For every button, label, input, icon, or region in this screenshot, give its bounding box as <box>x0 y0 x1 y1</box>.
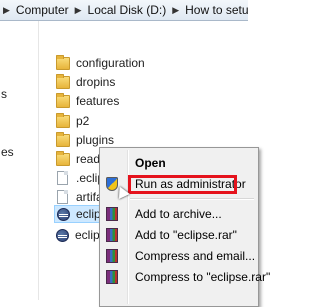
folder-icon <box>56 73 70 89</box>
nav-item-partial[interactable]: es <box>1 145 14 159</box>
menu-item-label: Add to archive... <box>135 207 222 221</box>
breadcrumb-separator: ▶ <box>3 4 10 15</box>
menu-item-label: Compress and email... <box>135 249 256 263</box>
breadcrumb-computer[interactable]: Computer <box>14 3 71 17</box>
menu-separator <box>130 198 254 200</box>
file-name: p2 <box>76 114 90 128</box>
address-bar[interactable]: ▶ Computer ▶ Local Disk (D:) ▶ How to se… <box>0 0 248 21</box>
list-item[interactable]: features <box>56 92 119 110</box>
folder-icon <box>56 54 70 70</box>
breadcrumb-separator: ▶ <box>172 4 180 15</box>
winrar-icon <box>106 270 118 284</box>
menu-item-add-to-archive[interactable]: Add to archive... <box>102 204 256 224</box>
context-menu: Open Run as administrator Add to archive… <box>99 147 270 307</box>
menu-item-label: Compress to "eclipse.rar" <box>135 270 271 284</box>
menu-item-add-to-eclipse-rar[interactable]: Add to "eclipse.rar" <box>102 225 256 245</box>
navigation-pane: s es <box>0 21 39 300</box>
breadcrumb-current-folder[interactable]: How to setup Selenium <box>183 3 248 17</box>
file-name: plugins <box>76 133 115 147</box>
menu-item-label: Add to "eclipse.rar" <box>135 228 237 242</box>
list-item[interactable]: dropins <box>56 73 115 91</box>
list-item[interactable]: p2 <box>56 112 89 130</box>
menu-item-compress-to-eclipse-rar[interactable]: Compress to "eclipse.rar" <box>102 267 270 287</box>
winrar-icon <box>106 207 118 221</box>
folder-icon <box>56 150 70 166</box>
folder-icon <box>56 112 70 128</box>
menu-item-label: Run as administrator <box>135 177 246 191</box>
winrar-icon <box>106 249 118 263</box>
menu-item-label: Open <box>135 156 166 170</box>
file-name: features <box>76 94 120 108</box>
list-item[interactable]: configuration <box>56 54 145 72</box>
document-icon <box>57 190 68 204</box>
file-name: configuration <box>76 56 145 70</box>
eclipse-icon <box>57 207 70 221</box>
document-icon <box>57 171 68 185</box>
menu-item-compress-and-email[interactable]: Compress and email... <box>102 246 256 266</box>
menu-item-open[interactable]: Open <box>102 153 256 173</box>
list-item-selected[interactable]: eclipse.exe <box>54 205 136 223</box>
folder-icon <box>56 131 70 147</box>
breadcrumb-local-disk[interactable]: Local Disk (D:) <box>86 3 169 17</box>
file-name: dropins <box>76 75 116 89</box>
folder-icon <box>56 92 70 108</box>
nav-item-partial[interactable]: s <box>1 87 7 101</box>
breadcrumb-separator: ▶ <box>74 4 82 15</box>
winrar-icon <box>106 228 118 242</box>
eclipse-icon <box>56 228 69 242</box>
